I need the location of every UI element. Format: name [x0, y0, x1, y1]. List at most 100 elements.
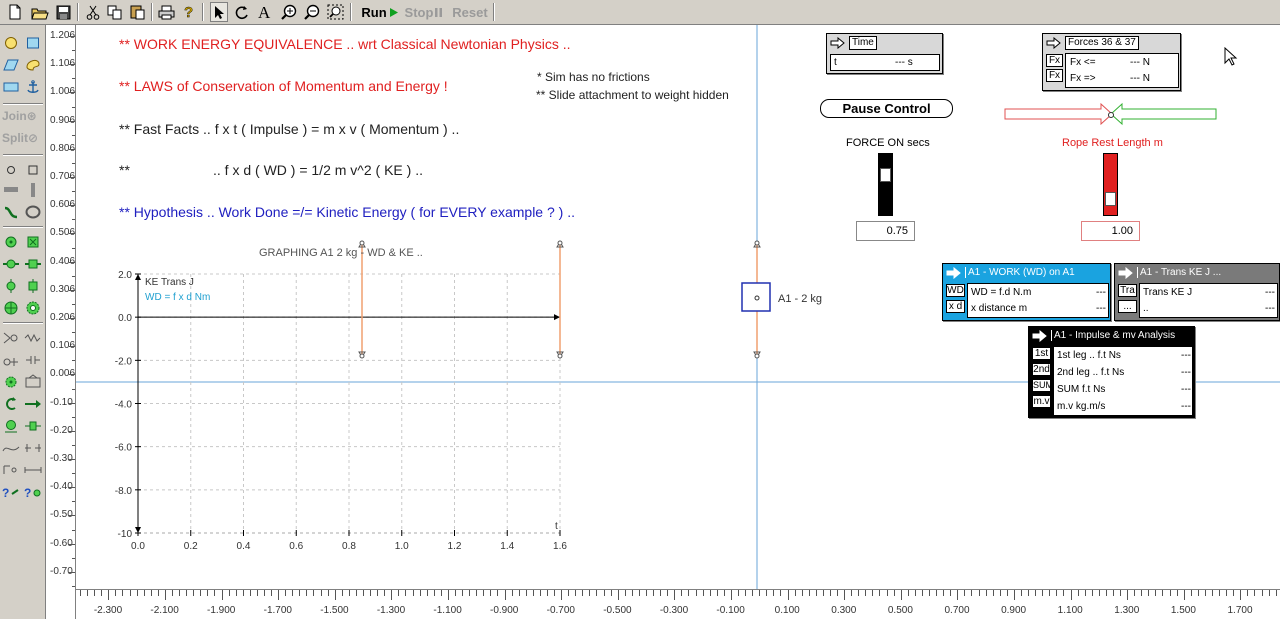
ke-meter-trans-button[interactable]: Tra	[1118, 284, 1137, 297]
hruler-label: -1.700	[263, 605, 292, 616]
forces-meter[interactable]: Forces 36 & 37 Fx Fx Fx <= --- N Fx => -…	[1042, 33, 1181, 91]
copy-icon[interactable]	[105, 2, 125, 22]
linear-actuator-icon[interactable]	[23, 373, 43, 391]
forces-meter-field: Fx <= --- N Fx => --- N	[1065, 53, 1179, 88]
join-button[interactable]: Join⊛	[2, 109, 37, 123]
graph-x-label: t	[555, 521, 558, 532]
closed-slot-icon[interactable]	[23, 203, 43, 221]
new-file-icon[interactable]	[5, 2, 25, 22]
run-button[interactable]: Run	[360, 2, 400, 22]
hruler-label: -0.300	[659, 605, 689, 616]
ke-meter-arrow-icon[interactable]	[1115, 265, 1137, 280]
point-element-icon[interactable]	[1, 161, 21, 179]
zoom-fit-icon[interactable]	[325, 2, 345, 22]
forces-meter-fx-button-1[interactable]: Fx	[1046, 54, 1063, 67]
rope-icon[interactable]	[23, 255, 43, 273]
wd-meter-arrow-icon[interactable]	[943, 265, 965, 280]
ke-meter[interactable]: A1 - Trans KE J ... Tra ... Trans KE J -…	[1114, 263, 1280, 321]
damper-icon[interactable]	[23, 277, 43, 295]
rotational-spring-icon[interactable]	[1, 417, 21, 435]
hruler-label: -0.900	[490, 605, 519, 616]
force-slider-thumb[interactable]	[880, 167, 891, 182]
hruler-label: 0.900	[1001, 605, 1027, 616]
square-point-icon[interactable]	[23, 161, 43, 179]
impulse-2nd-button[interactable]: 2nd	[1032, 363, 1051, 376]
zoom-out-icon[interactable]	[302, 2, 322, 22]
time-meter[interactable]: Time t --- s	[826, 33, 943, 74]
impulse-meter-arrow-icon[interactable]	[1029, 328, 1051, 343]
curve-tool-icon[interactable]	[1, 439, 21, 457]
split-button[interactable]: Split⊘	[2, 131, 38, 145]
svg-text:?: ?	[184, 4, 193, 20]
force-arrow-icon[interactable]	[23, 395, 43, 413]
pin-joint-icon[interactable]	[1, 233, 21, 251]
wd-meter-wd-button[interactable]: WD	[946, 284, 965, 297]
rigid-joint-icon[interactable]	[23, 233, 43, 251]
rope-slider-track[interactable]	[1103, 153, 1118, 216]
help-point-icon[interactable]: ?	[23, 483, 43, 501]
zoom-in-icon[interactable]	[279, 2, 299, 22]
impulse-row1-label: 1st leg .. f.t Ns	[1057, 350, 1121, 361]
wd-row1-label: WD = f.d N.m	[971, 287, 1032, 298]
force-slider-value[interactable]: 0.75	[856, 221, 915, 241]
force-arrows[interactable]	[1004, 102, 1217, 126]
graph-legend-ke: KE Trans J	[145, 277, 194, 288]
impulse-meter-field: 1st leg .. f.t Ns --- 2nd leg .. f.t Ns …	[1053, 346, 1193, 416]
time-meter-row-label: t	[834, 57, 837, 68]
time-meter-arrow-icon[interactable]	[827, 35, 849, 50]
horizontal-ruler[interactable]: -2.300 -2.100 -1.900 -1.700 -1.500 -1.300 -1.1…	[76, 589, 1280, 619]
rope-2[interactable]	[556, 240, 564, 359]
reset-button[interactable]: Reset	[450, 2, 490, 22]
select-arrow-icon[interactable]	[210, 2, 228, 22]
wd-meter-xd-button[interactable]: x d	[946, 300, 965, 313]
print-icon[interactable]	[156, 2, 176, 22]
rectangle-body-icon[interactable]	[23, 34, 43, 52]
help-question-icon[interactable]: ?	[180, 2, 198, 22]
probe-icon[interactable]	[1, 461, 21, 479]
actuator-icon[interactable]	[23, 329, 43, 347]
anchor-icon[interactable]	[23, 78, 43, 96]
force-slider-track[interactable]	[878, 153, 893, 216]
polygon-body-icon[interactable]	[1, 56, 21, 74]
wd-meter[interactable]: A1 - WORK (WD) on A1 WD x d WD = f.d N.m…	[942, 263, 1111, 321]
vertical-slot-icon[interactable]	[23, 181, 43, 199]
curved-body-icon[interactable]	[23, 56, 43, 74]
horizontal-slot-icon[interactable]	[1, 181, 21, 199]
square-body-icon[interactable]	[1, 78, 21, 96]
rotate-icon[interactable]	[233, 2, 251, 22]
paste-clipboard-icon[interactable]	[128, 2, 148, 22]
split-connect-icon[interactable]	[23, 351, 43, 369]
forces-meter-arrow-icon[interactable]	[1043, 35, 1065, 50]
motor-connect-icon[interactable]	[1, 351, 21, 369]
gear-icon[interactable]	[23, 299, 43, 317]
stop-button[interactable]: Stop	[403, 2, 445, 22]
impulse-mv-button[interactable]: m.v	[1032, 395, 1051, 408]
impulse-1st-button[interactable]: 1st	[1032, 347, 1051, 360]
linear-damper-icon[interactable]	[23, 417, 43, 435]
pause-control-button[interactable]: Pause Control	[820, 99, 953, 118]
vertical-ruler[interactable]: 1.206 1.106 1.006 0.906 0.806 0.706 0.606 0.506…	[47, 25, 76, 619]
forces-meter-fx-button-2[interactable]: Fx	[1046, 69, 1063, 82]
ke-meter-more-button[interactable]: ...	[1118, 300, 1137, 313]
curved-slot-icon[interactable]	[1, 203, 21, 221]
save-disk-icon[interactable]	[53, 2, 73, 22]
circle-body-icon[interactable]	[1, 34, 21, 52]
pulley-icon[interactable]	[1, 299, 21, 317]
impulse-meter[interactable]: A1 - Impulse & mv Analysis 1st 2nd SUM m…	[1028, 326, 1195, 418]
text-tool-icon[interactable]: A	[256, 2, 274, 22]
torque-icon[interactable]	[1, 395, 21, 413]
rod-icon[interactable]	[1, 255, 21, 273]
cut-scissors-icon[interactable]	[83, 2, 103, 22]
rope-slider-value[interactable]: 1.00	[1081, 221, 1140, 241]
impulse-sum-button[interactable]: SUM	[1032, 379, 1053, 392]
open-folder-icon[interactable]	[29, 2, 51, 22]
heading-work-energy: ** WORK ENERGY EQUIVALENCE .. wrt Classi…	[119, 36, 571, 52]
separator-icon[interactable]	[1, 329, 21, 347]
motor-icon[interactable]	[1, 373, 21, 391]
rope-slider-thumb[interactable]	[1105, 192, 1116, 206]
spring-icon[interactable]	[1, 277, 21, 295]
help-mode-icon[interactable]: ?	[1, 483, 21, 501]
measure-line-icon[interactable]	[23, 461, 43, 479]
body-a1[interactable]	[741, 282, 771, 312]
ground-constraint-icon[interactable]	[23, 439, 43, 457]
